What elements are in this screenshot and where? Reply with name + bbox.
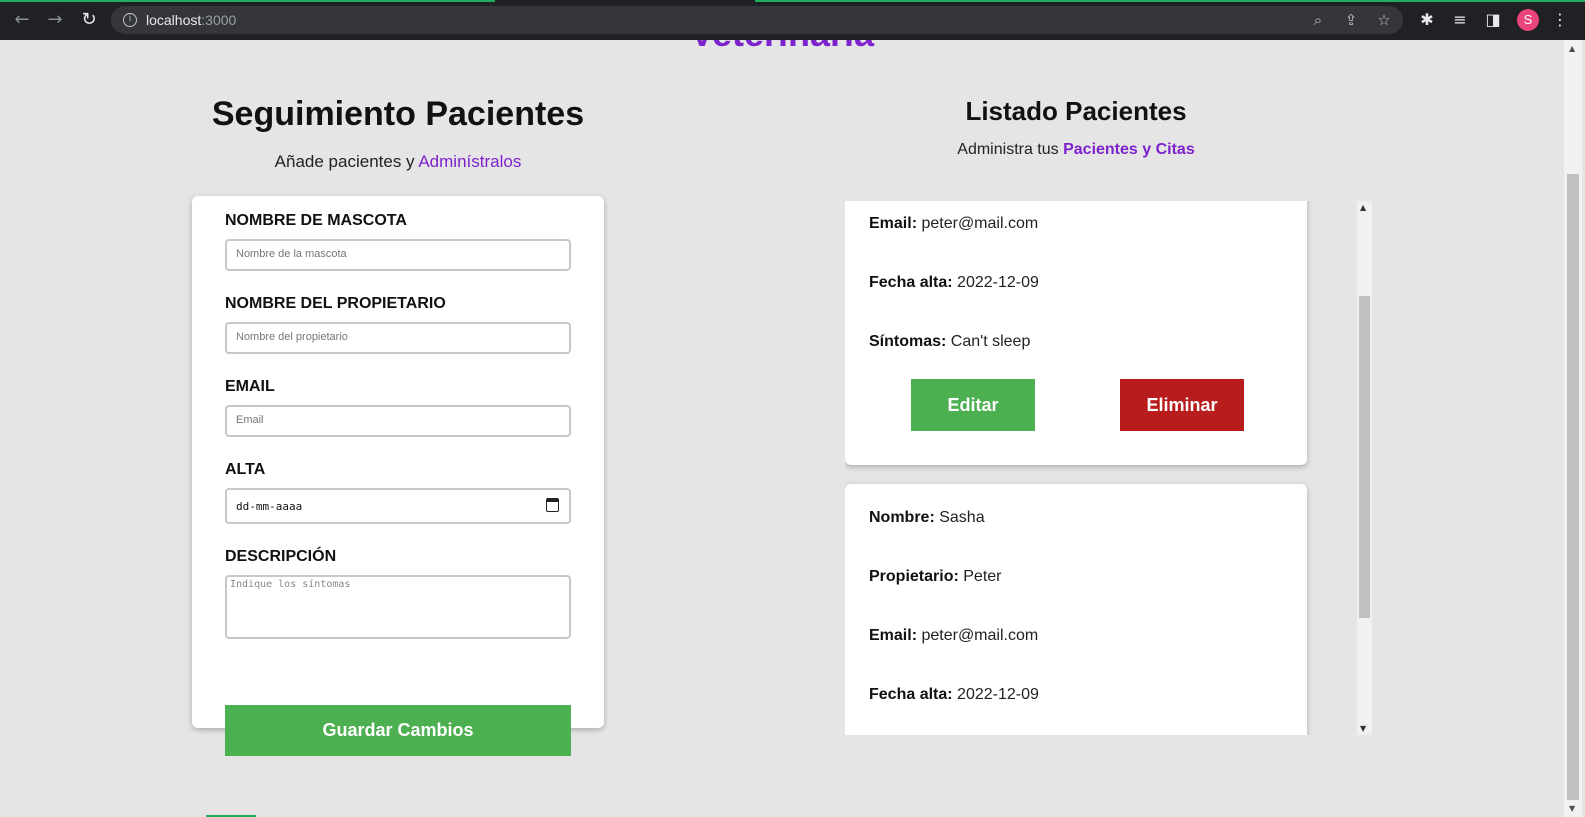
patient-date: Fecha alta: 2022-12-09	[869, 274, 1039, 292]
scroll-down-icon[interactable]: ▼	[1569, 804, 1575, 813]
form-section-subtitle: Añade pacientes y Adminístralos	[192, 152, 604, 172]
patient-owner: Propietario: Peter	[869, 568, 1002, 586]
subtitle-text: Añade pacientes y	[274, 152, 419, 171]
patient-symptoms: Síntomas: Can't sleep	[869, 333, 1030, 351]
owner-name-input[interactable]: Nombre del propietario	[225, 322, 571, 354]
subtitle-accent: Pacientes y Citas	[1063, 141, 1195, 158]
menu-icon[interactable]: ⋮	[1550, 10, 1570, 30]
edit-button[interactable]: Editar	[911, 379, 1035, 431]
url-text[interactable]: localhost:3000	[146, 12, 236, 28]
patient-card: Nombre: Sasha Propietario: Peter Email: …	[845, 484, 1307, 735]
field-value: 2022-12-09	[957, 274, 1039, 291]
active-tab-indicator	[755, 0, 1585, 2]
page-viewport: Veterinaria Seguimiento Pacientes Añade …	[0, 40, 1564, 817]
list-section-title: Listado Pacientes	[965, 96, 1187, 126]
page-scrollbar[interactable]: ▲ ▼	[1564, 40, 1582, 817]
field-label: Síntomas:	[869, 333, 947, 350]
field-label: Email:	[869, 627, 918, 644]
patient-email: Email: peter@mail.com	[869, 627, 1038, 645]
scroll-down-icon[interactable]: ▼	[1360, 724, 1366, 733]
description-label: DESCRIPCIÓN	[225, 548, 337, 565]
side-panel-icon[interactable]: ◨	[1483, 10, 1503, 30]
owner-name-label: NOMBRE DEL PROPIETARIO	[225, 295, 446, 312]
list-section-subtitle: Administra tus Pacientes y Citas	[845, 141, 1307, 159]
patient-email: Email: peter@mail.com	[869, 215, 1038, 233]
field-value: Peter	[963, 568, 1002, 585]
info-icon[interactable]: i	[123, 13, 137, 27]
list-scroll-thumb[interactable]	[1359, 296, 1370, 618]
field-value: Can't sleep	[950, 333, 1031, 350]
date-placeholder: dd-mm-aaaa	[236, 500, 303, 513]
avatar[interactable]: S	[1517, 9, 1539, 31]
media-icon[interactable]: ≡	[1450, 10, 1470, 30]
star-icon[interactable]: ☆	[1375, 11, 1393, 29]
patient-name: Nombre: Sasha	[869, 509, 985, 527]
patient-list[interactable]: Email: peter@mail.com Fecha alta: 2022-1…	[845, 201, 1371, 735]
field-label: Nombre:	[869, 509, 935, 526]
form-section-title: Seguimiento Pacientes	[211, 95, 585, 133]
field-value: Sasha	[939, 509, 985, 526]
description-textarea[interactable]: Indique los síntomas	[225, 575, 571, 639]
calendar-icon[interactable]	[546, 498, 559, 512]
field-value: peter@mail.com	[921, 627, 1039, 644]
subtitle-accent: Adminístralos	[418, 152, 522, 171]
address-bar[interactable]: i localhost:3000 ⌕ ⇪ ☆	[111, 6, 1403, 34]
subtitle-text: Administra tus	[957, 141, 1064, 158]
field-label: Email:	[869, 215, 918, 232]
page-scroll-thumb[interactable]	[1567, 174, 1579, 800]
field-value: peter@mail.com	[921, 215, 1039, 232]
browser-toolbar: ← → ↻ i localhost:3000 ⌕ ⇪ ☆ ✱ ≡ ◨ S ⋮	[0, 0, 1585, 40]
date-label: ALTA	[225, 461, 266, 478]
email-label: EMAIL	[225, 378, 275, 395]
back-icon[interactable]: ←	[10, 8, 34, 32]
save-button[interactable]: Guardar Cambios	[225, 705, 571, 756]
field-label: Propietario:	[869, 568, 959, 585]
share-icon[interactable]: ⇪	[1342, 11, 1360, 29]
field-value: 2022-12-09	[957, 686, 1039, 703]
url-host: localhost	[146, 12, 202, 28]
field-label: Fecha alta:	[869, 274, 953, 291]
brand-title: Veterinaria	[0, 40, 1564, 55]
field-label: Fecha alta:	[869, 686, 953, 703]
reload-icon[interactable]: ↻	[77, 8, 101, 32]
pet-name-label: NOMBRE DE MASCOTA	[225, 212, 407, 229]
extensions-icon[interactable]: ✱	[1417, 10, 1437, 30]
pet-name-input[interactable]: Nombre de la mascota	[225, 239, 571, 271]
url-port: :3000	[201, 12, 237, 28]
email-input[interactable]: Email	[225, 405, 571, 437]
scroll-up-icon[interactable]: ▲	[1360, 203, 1366, 212]
scroll-up-icon[interactable]: ▲	[1569, 44, 1575, 53]
zoom-icon[interactable]: ⌕	[1309, 11, 1327, 29]
patient-date: Fecha alta: 2022-12-09	[869, 686, 1039, 704]
date-input[interactable]: dd-mm-aaaa	[225, 488, 571, 524]
delete-button[interactable]: Eliminar	[1120, 379, 1244, 431]
forward-icon[interactable]: →	[43, 8, 67, 32]
patient-form: NOMBRE DE MASCOTA Nombre de la mascota N…	[192, 196, 604, 756]
list-scrollbar[interactable]: ▲ ▼	[1357, 201, 1372, 735]
active-tab-indicator	[0, 0, 495, 2]
patient-card: Email: peter@mail.com Fecha alta: 2022-1…	[845, 201, 1307, 465]
